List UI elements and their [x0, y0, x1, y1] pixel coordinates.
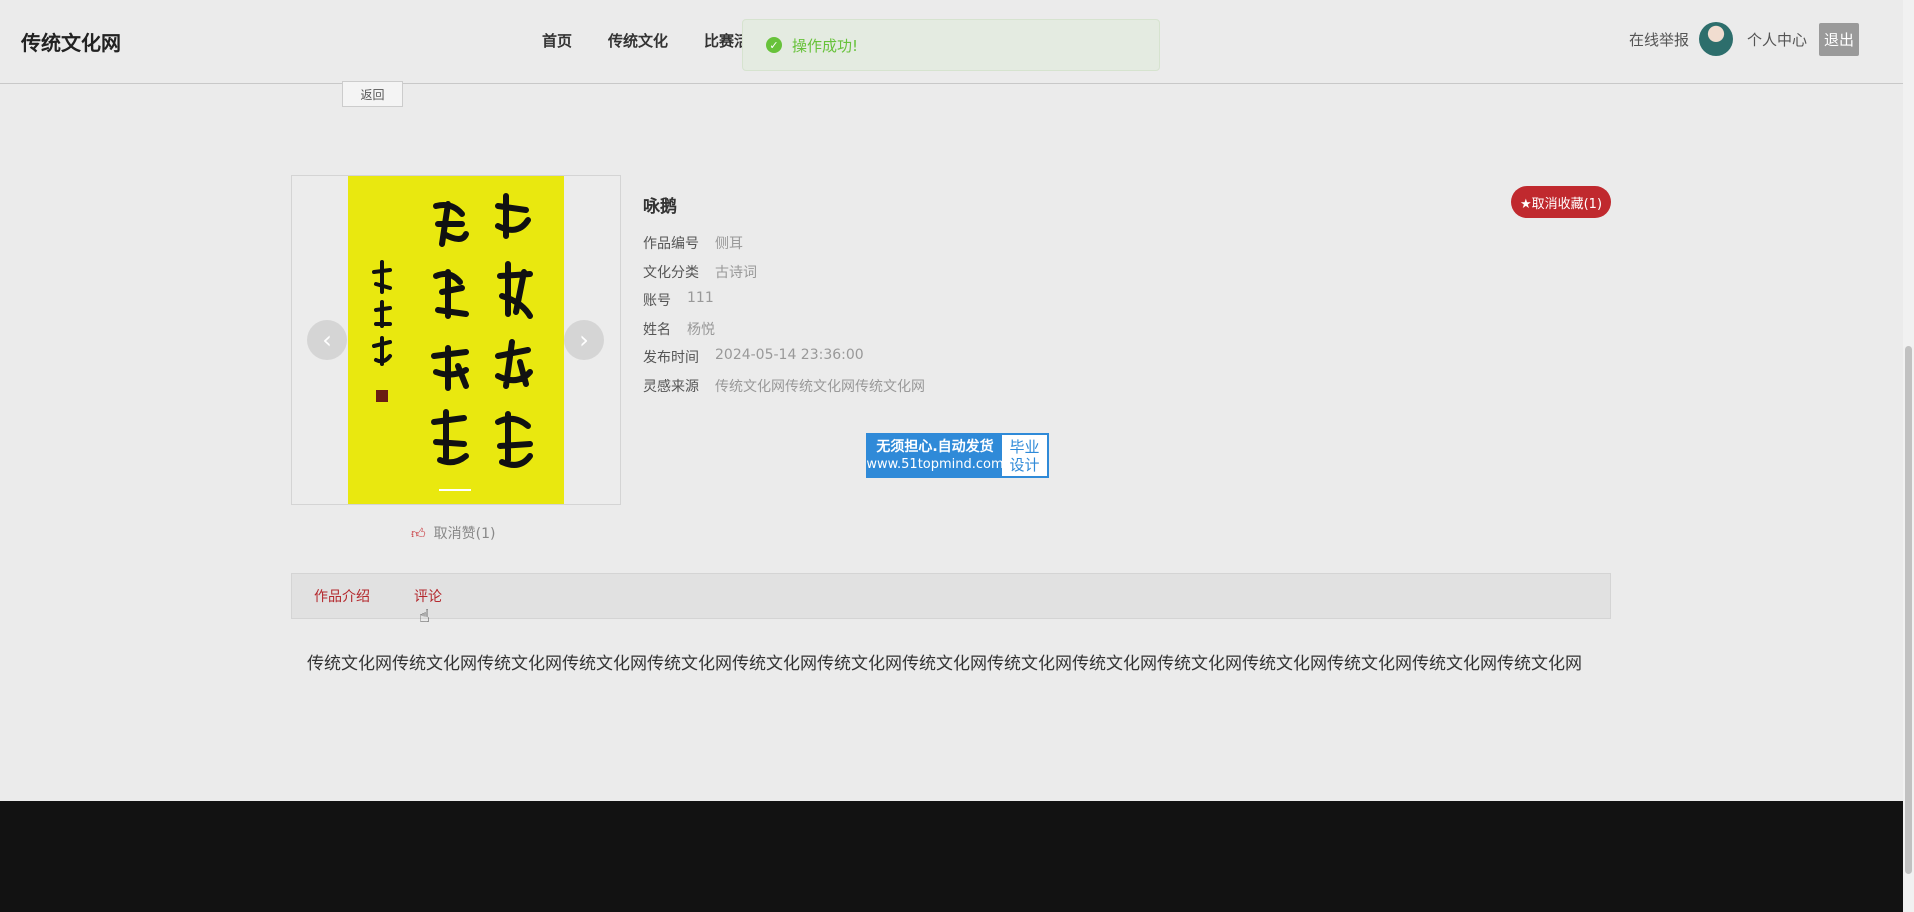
logout-button[interactable]: 退出	[1818, 22, 1859, 56]
toast-message: 操作成功!	[792, 36, 859, 55]
info-value: 古诗词	[715, 265, 757, 281]
calligraphy-image	[348, 176, 564, 504]
info-value: 111	[687, 290, 714, 306]
scrollbar-thumb[interactable]	[1905, 346, 1912, 874]
nav-item-home[interactable]: 首页	[542, 30, 572, 51]
work-title: 咏鹅	[643, 197, 677, 217]
check-circle-icon: ✓	[766, 37, 782, 53]
carousel-indicator[interactable]	[439, 489, 471, 491]
ad-banner[interactable]: 无须担心.自动发货 www.51topmind.com 毕业 设计	[866, 433, 1049, 478]
nav-item-culture[interactable]: 传统文化	[608, 30, 668, 51]
carousel-next-button[interactable]: ›	[564, 320, 604, 360]
footer	[0, 801, 1903, 912]
site-logo[interactable]: 传统文化网	[21, 27, 121, 56]
unlike-label: 取消赞(1)	[433, 526, 496, 542]
info-label: 作品编号	[643, 236, 699, 252]
info-label: 灵感来源	[643, 379, 699, 395]
info-label: 发布时间	[643, 350, 699, 366]
carousel-prev-button[interactable]: ‹	[307, 320, 347, 360]
info-row-category: 文化分类 古诗词	[643, 262, 757, 282]
thumbs-up-icon: 👍︎	[411, 525, 426, 542]
header-actions: 在线举报 个人中心 退出	[1629, 22, 1859, 56]
info-label: 姓名	[643, 322, 671, 338]
info-value: 2024-05-14 23:36:00	[715, 347, 864, 363]
ad-line1: 无须担心.自动发货	[876, 439, 994, 455]
info-value: 传统文化网传统文化网传统文化网	[715, 379, 925, 395]
success-toast: ✓ 操作成功!	[742, 19, 1160, 71]
info-label: 文化分类	[643, 265, 699, 281]
tab-comments[interactable]: 评论	[414, 586, 442, 606]
ad-right: 毕业 设计	[1002, 435, 1047, 476]
tab-intro[interactable]: 作品介绍	[314, 586, 370, 606]
page-scrollbar[interactable]	[1903, 0, 1914, 912]
calligraphy-strokes	[372, 193, 533, 468]
info-row-id: 作品编号 侧耳	[643, 233, 743, 253]
main-nav: 首页 传统文化 比赛活	[542, 30, 749, 51]
work-description: 传统文化网传统文化网传统文化网传统文化网传统文化网传统文化网传统文化网传统文化网…	[307, 654, 1582, 674]
ad-line2: www.51topmind.com	[866, 457, 1004, 472]
info-row-name: 姓名 杨悦	[643, 319, 715, 339]
info-value: 杨悦	[687, 322, 715, 338]
unfavorite-button[interactable]: ★取消收藏(1)	[1511, 186, 1611, 218]
info-row-account: 账号 111	[643, 290, 714, 310]
image-carousel: ‹ ›	[291, 175, 621, 505]
ad-left: 无须担心.自动发货 www.51topmind.com	[866, 435, 1004, 476]
detail-tabs: 作品介绍 评论	[291, 573, 1611, 619]
info-label: 账号	[643, 293, 671, 309]
unlike-button[interactable]: 👍︎ 取消赞(1)	[411, 523, 495, 543]
back-button[interactable]: 返回	[342, 81, 403, 107]
info-value: 侧耳	[715, 236, 743, 252]
ad-right-line2: 设计	[1009, 455, 1040, 474]
hand-cursor-icon: ☝	[419, 606, 430, 627]
info-row-publish-time: 发布时间 2024-05-14 23:36:00	[643, 347, 864, 367]
avatar[interactable]	[1698, 22, 1733, 56]
user-center-link[interactable]: 个人中心	[1747, 29, 1807, 50]
report-link[interactable]: 在线举报	[1629, 29, 1689, 50]
info-row-inspiration: 灵感来源 传统文化网传统文化网传统文化网	[643, 376, 925, 396]
ad-right-line1: 毕业	[1009, 437, 1040, 456]
